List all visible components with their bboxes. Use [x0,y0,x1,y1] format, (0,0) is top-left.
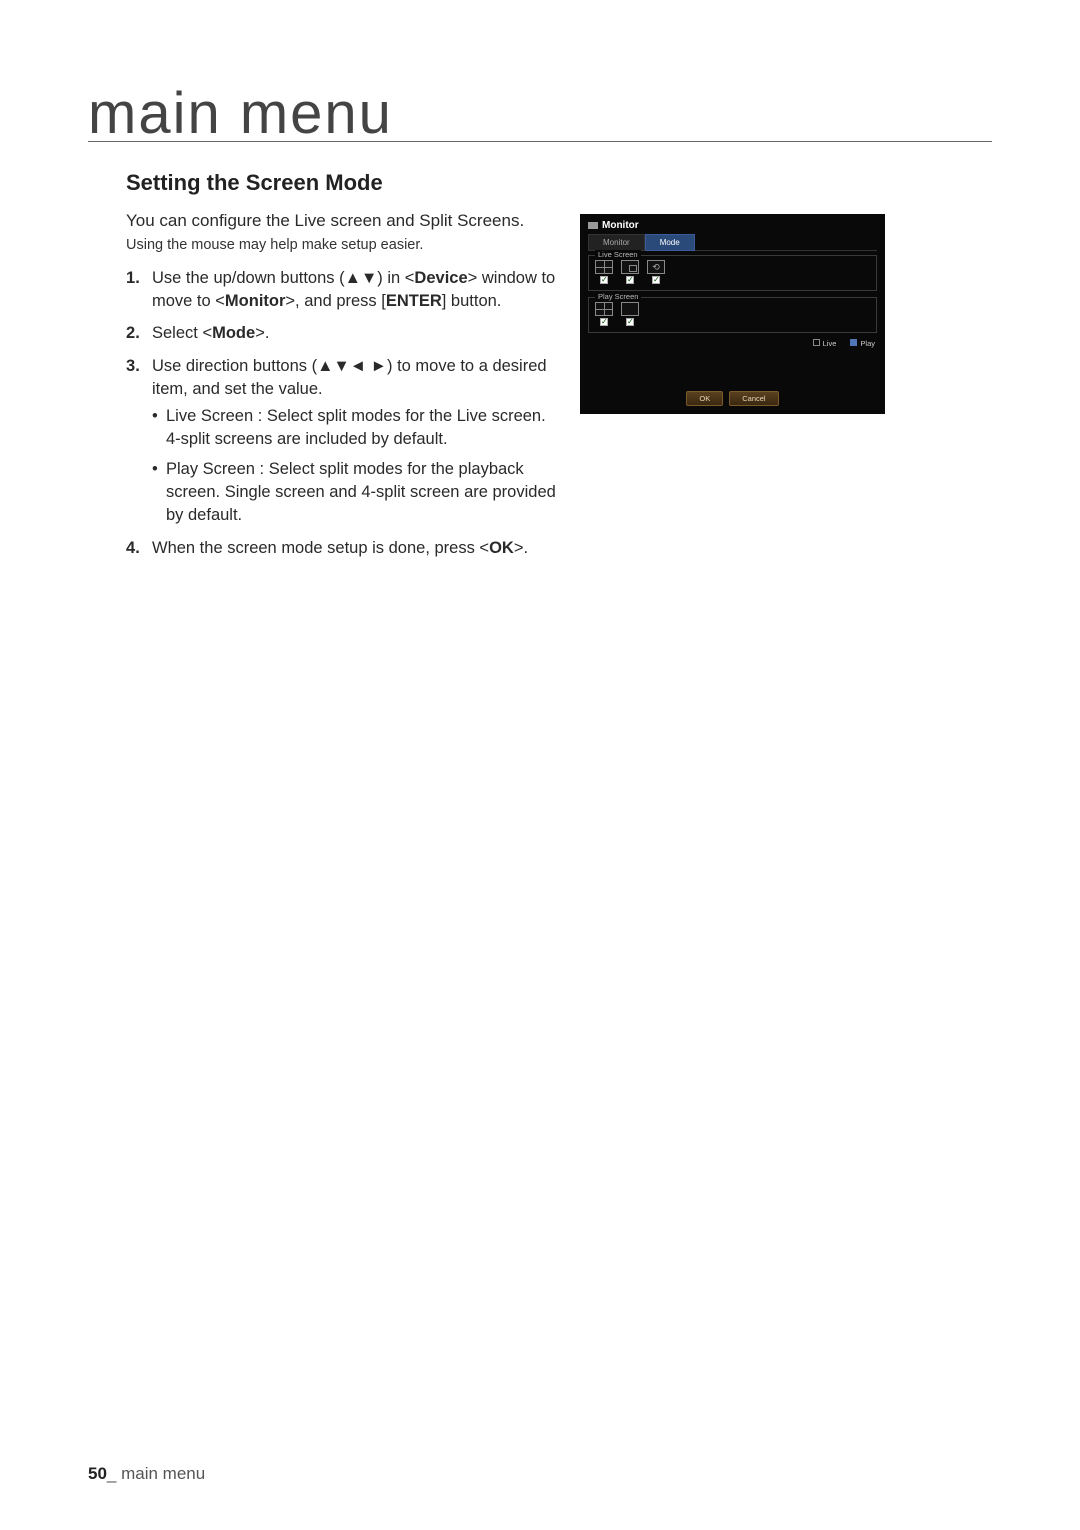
monitor-icon [588,222,598,229]
play-screen-legend: Play Screen [595,292,641,301]
checkbox-icon[interactable] [600,318,608,326]
swatch-icon [813,339,820,346]
tab-mode[interactable]: Mode [645,234,695,251]
ok-button[interactable]: OK [686,391,723,406]
quad-split-icon [595,260,613,274]
tab-bar: Monitor Mode [588,234,877,251]
bullet-live-screen: Live Screen : Select split modes for the… [152,405,556,451]
monitor-screenshot: Monitor Monitor Mode Live Screen ⟲ [580,214,885,414]
play-mode-single[interactable] [621,302,639,326]
section-heading: Setting the Screen Mode [126,170,992,196]
tab-monitor[interactable]: Monitor [588,234,645,251]
step-3: Use direction buttons (▲▼◄ ►) to move to… [126,355,556,526]
single-screen-icon [621,302,639,316]
step-2: Select <Mode>. [126,322,556,345]
steps-list: Use the up/down buttons (▲▼) in <Device>… [126,267,556,559]
sequence-icon: ⟲ [647,260,665,274]
step-1: Use the up/down buttons (▲▼) in <Device>… [126,267,556,313]
instruction-column: You can configure the Live screen and Sp… [126,210,556,569]
play-mode-quad[interactable] [595,302,613,326]
live-mode-pip[interactable] [621,260,639,284]
checkbox-icon[interactable] [652,276,660,284]
checkbox-icon[interactable] [600,276,608,284]
live-mode-quad[interactable] [595,260,613,284]
cancel-button[interactable]: Cancel [729,391,778,406]
hint-text: Using the mouse may help make setup easi… [126,237,556,253]
color-legend: Live Play [588,339,875,348]
checkbox-icon[interactable] [626,276,634,284]
pip-icon [621,260,639,274]
swatch-icon [850,339,857,346]
live-mode-sequence[interactable]: ⟲ [647,260,665,284]
live-screen-group: Live Screen ⟲ [588,255,877,291]
footer-label: main menu [121,1464,205,1483]
checkbox-icon[interactable] [626,318,634,326]
live-screen-legend: Live Screen [595,250,641,259]
screenshot-title: Monitor [588,220,877,231]
legend-live: Live [813,339,837,348]
quad-split-icon [595,302,613,316]
page-footer: 50_ main menu [88,1464,205,1484]
play-screen-group: Play Screen [588,297,877,333]
legend-play: Play [850,339,875,348]
button-row: OK Cancel [580,391,885,406]
bullet-play-screen: Play Screen : Select split modes for the… [152,458,556,526]
intro-text: You can configure the Live screen and Sp… [126,210,556,233]
tab-filler [695,234,877,251]
page-number: 50 [88,1464,107,1483]
page-title: main menu [88,80,992,147]
step-4: When the screen mode setup is done, pres… [126,537,556,560]
